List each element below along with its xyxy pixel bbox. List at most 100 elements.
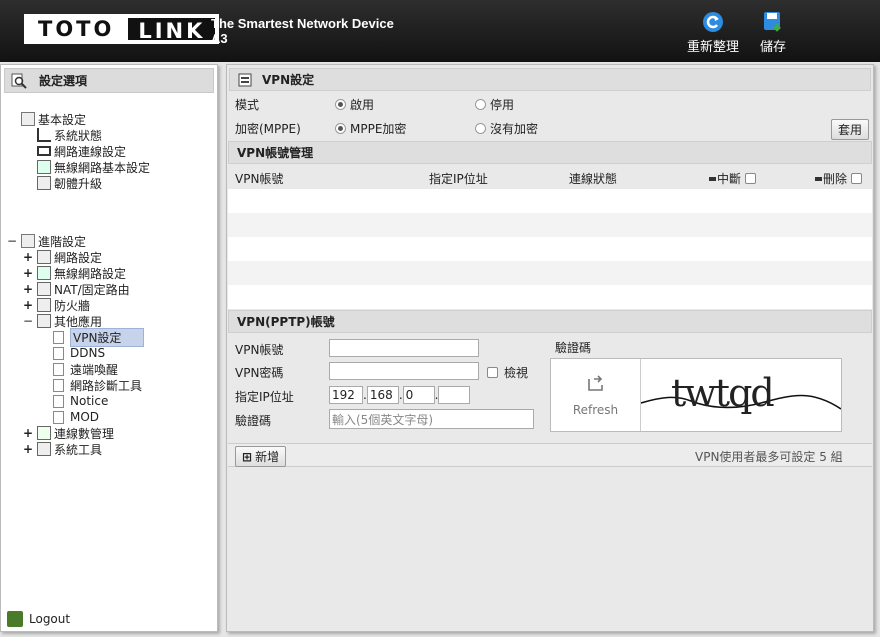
save-icon [764,12,781,32]
col-delete-label: 刪除 [823,172,848,186]
page-icon [53,346,64,360]
sidebar-item-ddns[interactable]: DDNS [53,345,105,361]
radio-icon [475,99,486,110]
search-settings-icon [11,73,27,89]
logo-right: LINK [126,16,218,43]
page-icon [53,394,64,408]
captcha-field-label: 驗證碼 [235,414,272,428]
account-input[interactable] [329,339,479,357]
no-encryption-radio[interactable]: 沒有加密 [475,120,538,137]
ip-octet-4[interactable] [438,386,471,404]
show-password-toggle[interactable]: 檢視 [487,364,528,381]
page-icon [53,410,64,424]
password-input[interactable] [329,362,479,380]
sidebar-item-network[interactable]: + 網路設定 [23,249,102,265]
expand-icon: + [23,250,34,264]
ip-octet-3[interactable]: 0 [402,386,435,404]
sidebar-item-label: VPN設定 [70,327,144,347]
table-row [228,261,872,285]
sidebar-item-wireless-basic[interactable]: 無線網路基本設定 [37,159,150,175]
captcha-image: twtqd [641,359,841,431]
sidebar-item-wol[interactable]: 遠端喚醒 [53,361,118,377]
captcha-title: 驗證碼 [555,341,592,355]
tree-basic[interactable]: 基本設定 [21,111,86,127]
ip-input-group: 192. 168. 0. [329,386,471,404]
refresh-icon [703,12,723,32]
refresh-button[interactable]: 重新整理 [684,10,742,55]
sidebar-item-label: DDNS [70,346,106,360]
logout-button[interactable]: Logout [7,611,70,627]
sidebar-item-wireless[interactable]: + 無線網路設定 [23,265,126,281]
sidebar-item-label: Notice [70,394,109,408]
sidebar-title: 設定選項 [39,74,88,88]
mode-enable-radio[interactable]: 啟用 [335,96,374,113]
apply-button[interactable]: 套用 [831,119,870,140]
page-icon [53,378,64,392]
sidebar-item-vpn[interactable]: VPN設定 [53,327,144,347]
col-disconnect-label: 中斷 [717,172,742,186]
captcha-input[interactable]: 輸入(5個英文字母) [329,409,534,429]
tools-icon [37,442,51,456]
tree-advanced-label: 進階設定 [38,234,87,249]
sidebar-item-connections[interactable]: + 連線數管理 [23,425,114,441]
tree-advanced[interactable]: − 進階設定 [7,233,86,249]
sidebar-item-tools[interactable]: + 系統工具 [23,441,102,457]
page-icon [53,330,64,344]
sidebar-item-notice[interactable]: Notice [53,393,108,409]
sidebar-item-firewall[interactable]: + 防火牆 [23,297,90,313]
ip-octet-1[interactable]: 192 [329,386,363,404]
collapse-icon: − [23,314,34,328]
limit-note: VPN使用者最多可設定 5 組 [695,450,843,464]
logo: TOTO LINK [24,14,220,44]
logo-left: TOTO [26,16,127,42]
sidebar-item-label: MOD [70,410,100,424]
radio-label: 停用 [490,98,515,112]
folder-plus-icon [21,234,35,248]
expand-icon: + [23,266,34,280]
monitor-icon [37,146,51,156]
radio-icon [335,123,346,134]
show-password-checkbox[interactable] [487,367,498,378]
logout-label: Logout [29,612,71,626]
add-button[interactable]: ⊞ 新增 [235,446,287,467]
sidebar-header: 設定選項 [4,68,214,93]
sidebar: 設定選項 基本設定 系統狀態 網路連線設定 無線網路基本設定 韌體升級 − 進階設… [0,64,218,632]
main-panel: VPN設定 模式 啟用 停用 加密(MPPE) MPPE加密 沒有加密 套用 V… [226,64,874,632]
sidebar-item-label: 系統狀態 [54,128,103,143]
sidebar-item-label: 連線數管理 [54,426,115,441]
captcha-text: twtqd [671,371,775,415]
captcha-refresh-button[interactable]: Refresh [551,359,641,431]
radio-label: 啟用 [350,98,375,112]
disconnect-all-checkbox[interactable] [745,173,757,184]
sidebar-item-label: 網路連線設定 [54,144,127,159]
folder-plus-icon [21,112,35,126]
mppe-radio[interactable]: MPPE加密 [335,120,406,137]
table-row [228,237,872,261]
sidebar-item-wan[interactable]: 網路連線設定 [37,143,126,159]
logout-icon [7,611,23,627]
account-mgmt-header: VPN帳號管理 [228,141,872,164]
sidebar-item-diag[interactable]: 網路診斷工具 [53,377,142,393]
add-button-label: 新增 [255,450,280,464]
col-disconnect: 中斷 [709,170,757,187]
sidebar-item-firmware[interactable]: 韌體升級 [37,175,102,191]
delete-all-checkbox[interactable] [851,173,863,184]
plus-icon: ⊞ [242,450,253,464]
pptp-title: VPN(PPTP)帳號 [237,315,335,329]
save-button[interactable]: 儲存 [755,10,791,55]
radio-icon [335,99,346,110]
mode-label: 模式 [235,98,260,112]
sidebar-item-label: 防火牆 [54,298,91,313]
sidebar-item-nat[interactable]: + NAT/固定路由 [23,281,130,297]
sidebar-item-label: 無線網路基本設定 [54,160,151,175]
mode-disable-radio[interactable]: 停用 [475,96,514,113]
password-field-label: VPN密碼 [235,366,284,380]
vpn-settings-header: VPN設定 [229,68,871,91]
sidebar-item-label: 網路設定 [54,250,103,265]
sidebar-item-mod[interactable]: MOD [53,409,99,425]
tagline: The Smartest Network Device A3 [211,16,394,46]
sidebar-item-status[interactable]: 系統狀態 [37,127,102,143]
ip-octet-2[interactable]: 168 [366,386,399,404]
table-row [228,285,872,309]
sidebar-item-label: 遠端喚醒 [70,362,119,377]
